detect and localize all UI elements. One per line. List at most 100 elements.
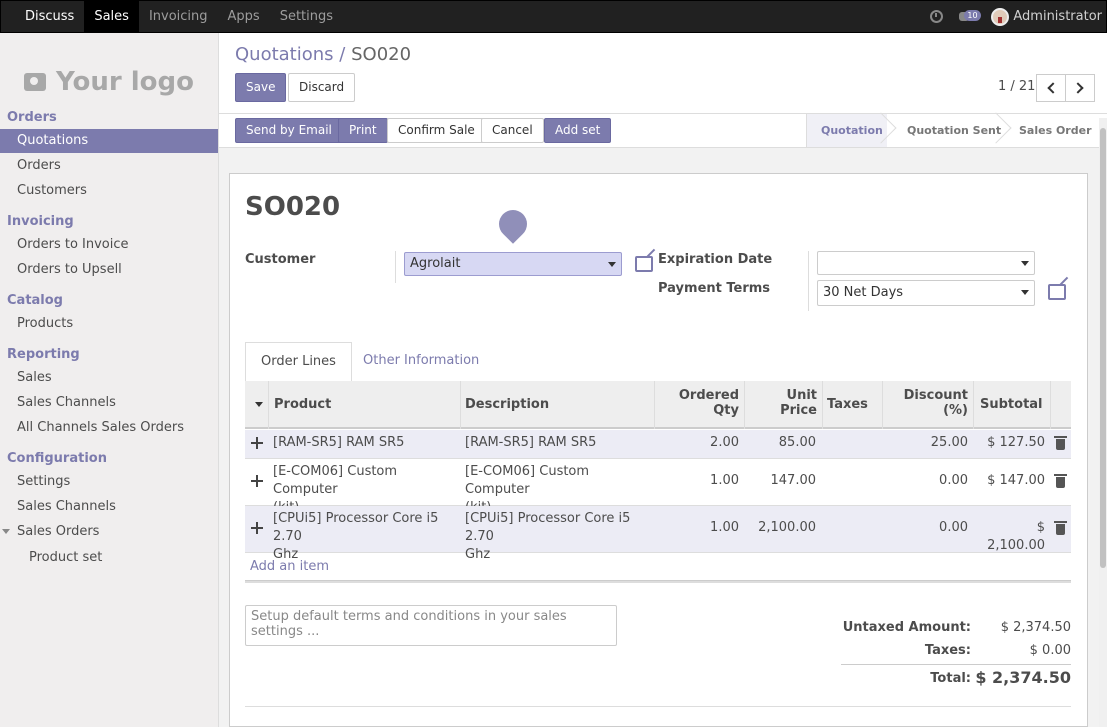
user-avatar[interactable] [991, 7, 1010, 26]
header-description[interactable]: Description [465, 397, 549, 412]
sheet-divider [245, 706, 1071, 707]
row-description-line2: Ghz [465, 547, 491, 562]
header-unit-price-line1: Unit [786, 388, 817, 403]
taxes-label: Taxes: [924, 643, 971, 658]
sidebar-item-customers[interactable]: Customers [0, 179, 218, 203]
logo-text: Your logo [56, 67, 194, 97]
caret-down-icon [2, 529, 10, 534]
dropdown-caret-icon [608, 262, 616, 267]
trash-icon[interactable] [1054, 521, 1067, 535]
expiration-date-field[interactable] [817, 251, 1035, 275]
expiration-date-label: Expiration Date [658, 252, 773, 267]
menu-sales[interactable]: Sales [84, 1, 139, 32]
sidebar-item-sales-orders[interactable]: Sales Orders [0, 520, 218, 544]
breadcrumb-current: SO020 [351, 44, 412, 65]
payment-terms-value: 30 Net Days [823, 285, 904, 300]
menu-discuss[interactable]: Discuss [15, 1, 84, 32]
tab-other-information[interactable]: Other Information [348, 342, 494, 382]
status-sales-order[interactable]: Sales Order [1005, 114, 1106, 147]
header-ordered-qty-line1: Ordered [678, 388, 739, 403]
discard-button[interactable]: Discard [288, 73, 356, 102]
header-subtotal[interactable]: Subtotal [980, 397, 1043, 412]
confirm-sale-button[interactable]: Confirm Sale [387, 118, 486, 143]
breadcrumb: Quotations / SO020 [235, 44, 411, 65]
row-product-line1: [E-COM06] Custom Computer [273, 464, 398, 497]
menu-apps[interactable]: Apps [218, 1, 270, 32]
column-separator [654, 381, 655, 429]
table-footer [245, 580, 1071, 583]
column-separator [882, 381, 883, 429]
drag-handle-icon[interactable] [251, 475, 263, 487]
app-menu: Discuss Sales Invoicing Apps Settings [15, 1, 343, 32]
cancel-button[interactable]: Cancel [481, 118, 544, 143]
row-product-line1: [CPUi5] Processor Core i5 2.70 [273, 511, 439, 544]
sidebar-item-product-set[interactable]: Product set [0, 546, 218, 570]
chevron-left-icon [1047, 82, 1059, 94]
header-product[interactable]: Product [274, 397, 331, 412]
sort-caret-icon[interactable] [255, 402, 263, 407]
trash-icon[interactable] [1054, 474, 1067, 488]
header-ordered-qty-line2: Qty [713, 403, 739, 418]
sidebar-item-sales-orders-label: Sales Orders [17, 524, 100, 539]
row-unit-price: 85.00 [778, 435, 816, 450]
sidebar-section-orders: Orders [7, 110, 57, 125]
payment-terms-field[interactable]: 30 Net Days [817, 280, 1035, 306]
breadcrumb-quotations[interactable]: Quotations [235, 44, 334, 65]
tab-order-lines[interactable]: Order Lines [245, 342, 352, 382]
sidebar-item-sales-channels[interactable]: Sales Channels [0, 391, 218, 415]
send-by-email-button[interactable]: Send by Email [235, 118, 343, 143]
menu-settings[interactable]: Settings [270, 1, 343, 32]
message-count-badge: 10 [964, 9, 981, 21]
order-title: SO020 [245, 192, 341, 222]
header-discount[interactable]: Discount (%) [888, 388, 968, 418]
pager-previous-button[interactable] [1036, 74, 1066, 102]
row-qty: 2.00 [710, 435, 739, 450]
trash-icon[interactable] [1054, 436, 1067, 450]
header-ordered-qty[interactable]: Ordered Qty [660, 388, 739, 418]
vertical-scrollbar[interactable] [1099, 118, 1107, 727]
row-discount: 0.00 [939, 473, 968, 488]
external-link-icon[interactable] [1048, 284, 1066, 300]
terms-and-conditions-field[interactable]: Setup default terms and conditions in yo… [245, 605, 617, 646]
payment-terms-label: Payment Terms [658, 281, 771, 296]
column-separator [822, 381, 823, 429]
systray: 10 Administrator [930, 1, 1102, 32]
sidebar-item-sales[interactable]: Sales [0, 366, 218, 390]
sidebar-item-config-sales-channels[interactable]: Sales Channels [0, 495, 218, 519]
pager-next-button[interactable] [1065, 74, 1095, 102]
activity-clock-icon[interactable] [930, 10, 944, 23]
chevron-right-icon [1072, 82, 1084, 94]
sidebar-item-quotations[interactable]: Quotations [0, 129, 218, 153]
row-product: [CPUi5] Processor Core i5 2.70 Ghz [273, 510, 458, 564]
user-menu[interactable]: Administrator [1013, 9, 1102, 24]
customer-field[interactable]: Agrolait [404, 252, 622, 276]
save-button[interactable]: Save [235, 73, 287, 102]
sidebar-item-settings[interactable]: Settings [0, 470, 218, 494]
sidebar-item-products[interactable]: Products [0, 312, 218, 336]
drag-handle-icon[interactable] [251, 522, 263, 534]
row-discount: 25.00 [930, 435, 968, 450]
add-set-button[interactable]: Add set [544, 118, 612, 143]
header-discount-line1: Discount [903, 388, 968, 403]
sidebar-item-orders[interactable]: Orders [0, 154, 218, 178]
camera-icon [24, 73, 47, 91]
pager-value[interactable]: 1 / 21 [998, 79, 1035, 94]
drag-handle-icon[interactable] [251, 437, 263, 449]
header-unit-price[interactable]: Unit Price [750, 388, 817, 418]
scrollbar-thumb[interactable] [1100, 128, 1106, 568]
add-an-item-link[interactable]: Add an item [250, 559, 329, 574]
menu-invoicing[interactable]: Invoicing [139, 1, 218, 32]
row-unit-price: 147.00 [770, 473, 817, 488]
sidebar-item-all-channels-sales-orders[interactable]: All Channels Sales Orders [0, 416, 218, 440]
print-button[interactable]: Print [338, 118, 388, 143]
header-taxes[interactable]: Taxes [827, 397, 868, 412]
external-link-icon[interactable] [635, 256, 653, 272]
row-description: [CPUi5] Processor Core i5 2.70 Ghz [465, 510, 650, 564]
field-separator [395, 251, 396, 283]
sidebar-item-orders-to-upsell[interactable]: Orders to Upsell [0, 258, 218, 282]
taxes-value: $ 0.00 [1029, 643, 1071, 658]
messages-icon[interactable]: 10 [959, 9, 981, 24]
header-discount-line2: (%) [943, 403, 968, 418]
untaxed-amount-label: Untaxed Amount: [842, 620, 971, 635]
sidebar-item-orders-to-invoice[interactable]: Orders to Invoice [0, 233, 218, 257]
